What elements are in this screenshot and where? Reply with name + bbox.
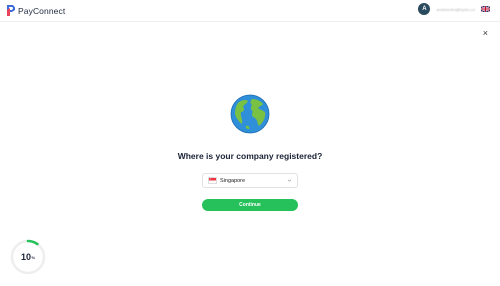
close-icon[interactable]: × [483, 29, 488, 38]
avatar[interactable]: A [418, 3, 431, 15]
onboarding-page: PayConnect A andrew.lim@hydro.co × Where… [0, 0, 500, 286]
country-select[interactable]: Singapore [202, 173, 298, 188]
continue-button[interactable]: Continue [202, 199, 298, 211]
progress-indicator: 10% [9, 238, 47, 276]
logo-text: PayConnect [18, 5, 66, 16]
payconnect-logo-icon [7, 5, 15, 16]
singapore-flag-icon [208, 177, 217, 184]
progress-number: 10 [20, 252, 31, 262]
uk-flag-icon[interactable] [481, 6, 490, 12]
globe-icon [230, 94, 270, 134]
user-email: andrew.lim@hydro.co [436, 6, 475, 12]
page-title: Where is your company registered? [177, 151, 323, 161]
chevron-down-icon [287, 179, 292, 182]
progress-unit: % [31, 254, 36, 260]
logo[interactable]: PayConnect [6, 4, 65, 17]
progress-value: 10% [9, 238, 47, 276]
user-area: A andrew.lim@hydro.co [418, 3, 490, 15]
country-select-value: Singapore [220, 177, 246, 184]
top-bar: PayConnect A andrew.lim@hydro.co [0, 0, 500, 22]
